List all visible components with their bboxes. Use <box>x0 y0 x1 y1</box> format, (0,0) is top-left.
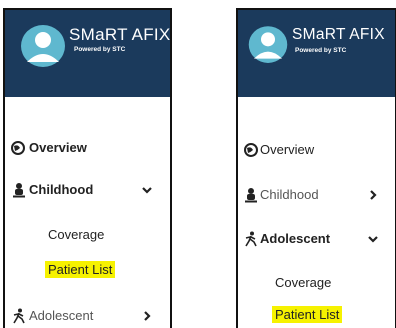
logo-icon <box>248 26 288 63</box>
chevron-right-icon[interactable] <box>141 310 153 322</box>
sidebar-header: SMaRT AFIX Powered by STC <box>238 10 395 97</box>
nav-label-overview: Overview <box>29 140 87 155</box>
nav-item-childhood[interactable]: Childhood <box>5 180 170 202</box>
chevron-right-icon[interactable] <box>367 189 379 201</box>
person-icon <box>13 183 25 198</box>
submenu-coverage[interactable]: Coverage <box>48 227 104 242</box>
brand-title: SMaRT AFIX <box>292 26 385 43</box>
person-icon <box>245 188 257 203</box>
nav-item-adolescent[interactable]: Adolescent <box>238 229 395 251</box>
patient-list-highlight: Patient List <box>45 261 116 278</box>
running-person-icon <box>13 308 25 324</box>
logo-icon <box>21 25 65 67</box>
brand-subtitle: Powered by STC <box>74 46 126 53</box>
nav-item-overview[interactable]: Overview <box>238 140 395 162</box>
nav-item-adolescent[interactable]: Adolescent <box>5 306 170 328</box>
nav-label-adolescent: Adolescent <box>260 231 331 246</box>
sidebar-panel-adolescent-expanded: SMaRT AFIX Powered by STC Overview Child… <box>236 8 396 328</box>
sidebar-header: SMaRT AFIX Powered by STC <box>5 10 170 97</box>
chevron-down-icon[interactable] <box>141 184 153 196</box>
nav-label-adolescent: Adolescent <box>29 308 94 323</box>
submenu-patient-list[interactable]: Patient List <box>272 306 343 323</box>
running-person-icon <box>245 231 257 247</box>
sidebar-panel-childhood-expanded: SMaRT AFIX Powered by STC Overview Child… <box>3 8 172 328</box>
brand-title: SMaRT AFIX <box>69 25 171 44</box>
submenu-patient-list[interactable]: Patient List <box>45 261 116 278</box>
nav-label-childhood: Childhood <box>260 187 319 202</box>
submenu-coverage[interactable]: Coverage <box>275 275 331 290</box>
nav-item-overview[interactable]: Overview <box>5 138 170 160</box>
globe-icon <box>11 141 25 155</box>
nav-item-childhood[interactable]: Childhood <box>238 185 395 207</box>
chevron-down-icon[interactable] <box>367 233 379 245</box>
nav-label-childhood: Childhood <box>29 182 94 197</box>
brand-subtitle: Powered by STC <box>295 47 347 54</box>
patient-list-highlight: Patient List <box>272 306 343 323</box>
nav-label-overview: Overview <box>260 142 315 157</box>
globe-icon <box>244 143 258 157</box>
